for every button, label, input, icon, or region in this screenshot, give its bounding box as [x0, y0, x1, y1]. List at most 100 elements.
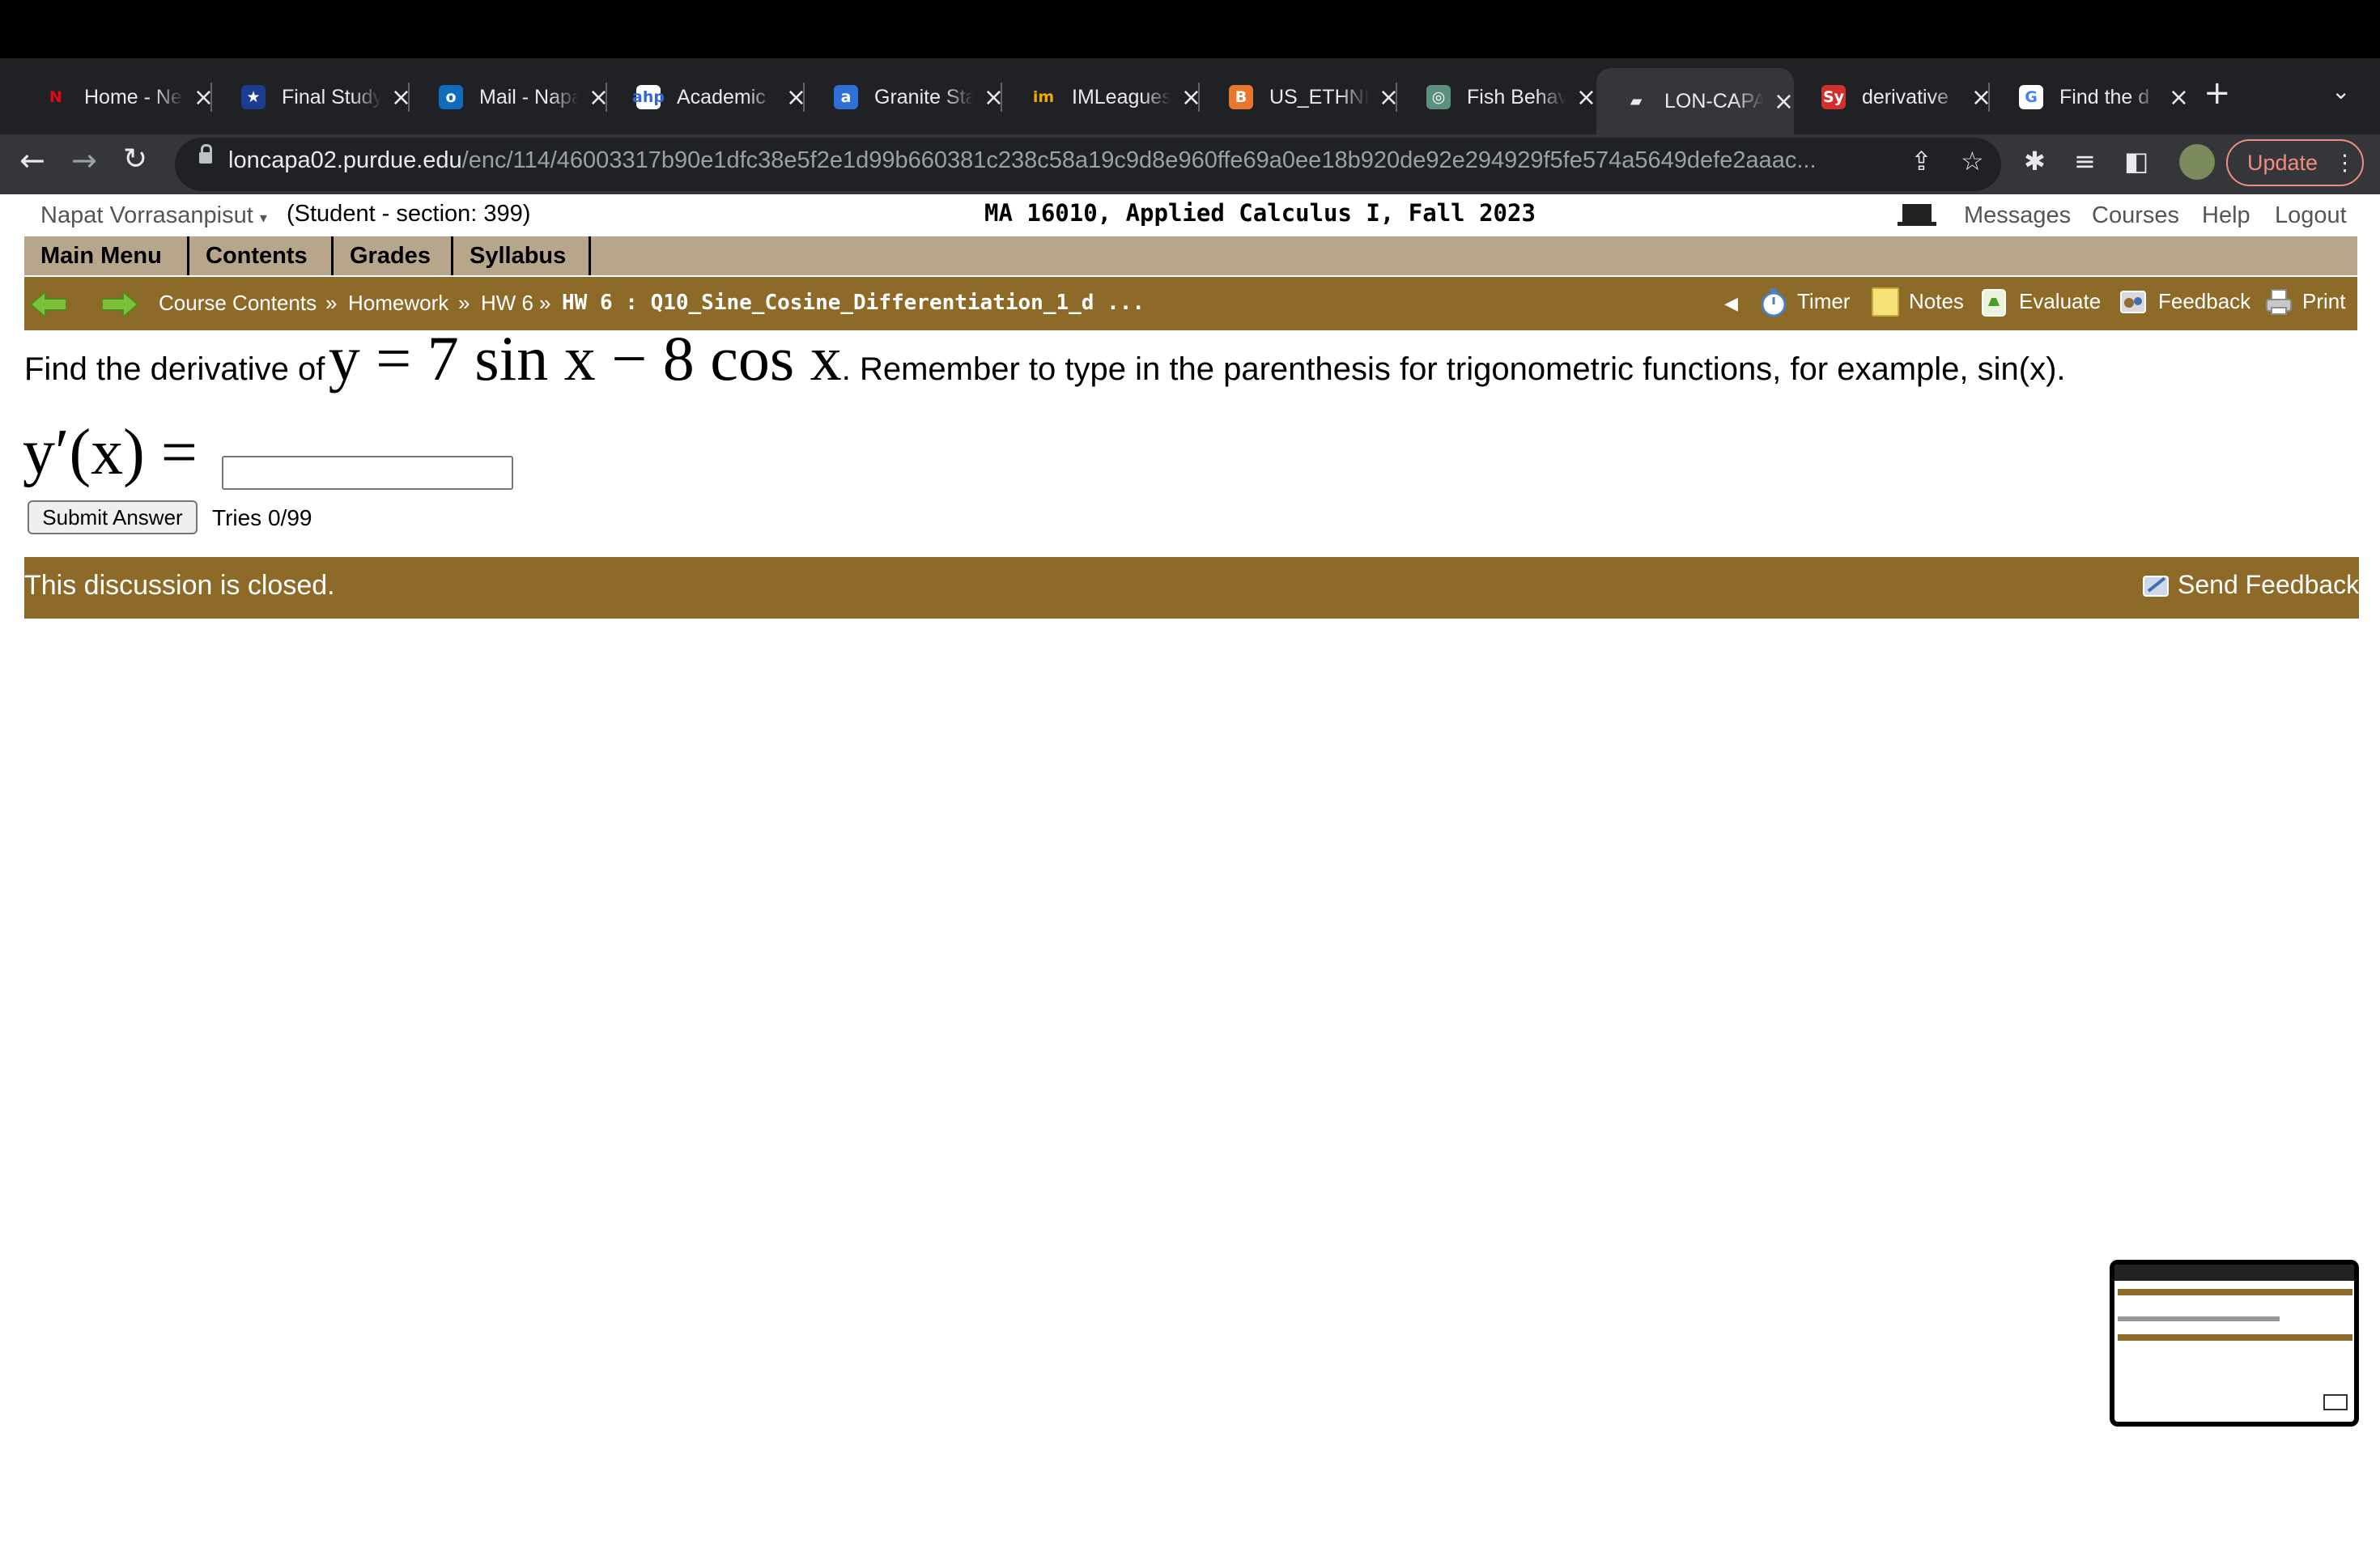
equation: y = 7 sin x − 8 cos x — [328, 323, 842, 393]
tab-separator — [1988, 83, 1990, 112]
user-name: Napat Vorrasanpisut — [40, 202, 253, 228]
help-link[interactable]: Help — [2202, 202, 2250, 229]
discussion-status: This discussion is closed. — [24, 570, 335, 601]
tab-close-icon[interactable]: × — [1576, 83, 1596, 112]
lock-icon[interactable] — [199, 144, 212, 164]
tab-favicon-icon: ◎ — [1426, 85, 1451, 109]
url-host: loncapa02.purdue.edu — [228, 147, 462, 173]
thumbnail-line — [2118, 1316, 2280, 1321]
previous-arrow-icon[interactable] — [31, 291, 66, 317]
breadcrumb-separator: » — [539, 291, 551, 315]
timer-icon[interactable] — [1760, 287, 1787, 317]
timer-link[interactable]: Timer — [1797, 289, 1850, 314]
section-info: (Student - section: 399) — [287, 201, 531, 227]
tab-title: Fish Behavior — [1467, 85, 1566, 108]
answer-input[interactable] — [222, 456, 513, 490]
feedback-link[interactable]: Feedback — [2158, 289, 2250, 314]
tab-0[interactable]: NHome - Netflix× — [16, 73, 214, 121]
forward-arrow-icon[interactable]: → — [71, 142, 97, 178]
evaluate-link[interactable]: Evaluate — [2019, 289, 2101, 314]
menu-grades[interactable]: Grades — [334, 236, 453, 275]
problem-statement: Find the derivative of y = 7 sin x − 8 c… — [24, 322, 2066, 395]
thumbnail-bar — [2118, 1289, 2352, 1295]
tab-4[interactable]: aGranite State× — [806, 73, 1004, 121]
back-arrow-icon[interactable]: ← — [19, 142, 45, 178]
breadcrumb-course-contents[interactable]: Course Contents — [159, 291, 317, 316]
send-feedback-icon[interactable] — [2140, 570, 2173, 602]
new-tab-icon[interactable]: + — [2204, 74, 2231, 112]
tab-separator — [1396, 83, 1397, 112]
breadcrumb-homework[interactable]: Homework — [348, 291, 448, 316]
menu-main-menu[interactable]: Main Menu — [24, 236, 189, 275]
tab-title: Final Study — [282, 85, 381, 108]
courses-link[interactable]: Courses — [2092, 202, 2179, 229]
url-text[interactable]: loncapa02.purdue.edu/enc/114/46003317b90… — [228, 147, 1817, 174]
prompt-end: . Remember to type in the parenthesis fo… — [841, 351, 2066, 387]
tab-favicon-icon: B — [1229, 85, 1253, 109]
breadcrumb-hw6[interactable]: HW 6 — [481, 291, 533, 316]
share-icon[interactable]: ⇪ — [1910, 146, 1932, 176]
bookmark-star-icon[interactable]: ☆ — [1961, 146, 1984, 176]
menu-contents[interactable]: Contents — [189, 236, 334, 275]
feedback-icon[interactable] — [2119, 287, 2147, 317]
tab-favicon-icon: o — [439, 85, 463, 109]
tab-favicon-icon: N — [49, 88, 62, 106]
tab-1[interactable]: ★ Final Study × — [214, 73, 411, 121]
tab-3[interactable]: ahp Academic × — [609, 73, 806, 121]
logout-link[interactable]: Logout — [2275, 202, 2347, 229]
tab-10[interactable]: G Find the d × — [1991, 73, 2189, 121]
tab-separator — [1198, 83, 1200, 112]
collapse-triangle-icon[interactable]: ◀ — [1724, 293, 1738, 314]
extensions-puzzle-icon[interactable]: ✱ — [2024, 146, 2046, 176]
course-title: MA 16010, Applied Calculus I, Fall 2023 — [984, 199, 1536, 227]
tab-close-icon[interactable]: × — [1774, 87, 1794, 116]
update-button[interactable]: Update ⋮ — [2226, 139, 2364, 186]
tab-favicon-icon: ahp — [632, 85, 665, 109]
os-top-bar — [0, 0, 2380, 58]
media-control-icon[interactable]: ≡ — [2074, 146, 2096, 176]
print-link[interactable]: Print — [2302, 289, 2345, 314]
tab-6[interactable]: BUS_ETHNIC× — [1201, 73, 1399, 121]
tab-5[interactable]: im IMLeagues × — [1004, 73, 1201, 121]
tab-2[interactable]: o Mail - Napat × — [411, 73, 609, 121]
tab-title: Home - Netflix — [84, 85, 184, 108]
tab-8[interactable]: ▰ LON-CAPA × — [1596, 68, 1794, 134]
tab-favicon-icon: Sy — [1821, 85, 1846, 109]
menu-syllabus[interactable]: Syllabus — [453, 236, 591, 275]
breadcrumb-separator: » — [325, 291, 338, 315]
kebab-menu-icon[interactable]: ⋮ — [2334, 151, 2356, 176]
prompt-start: Find the derivative of — [24, 351, 325, 387]
tab-title: Academic — [677, 85, 766, 108]
tries-counter: Tries 0/99 — [212, 505, 312, 530]
evaluate-icon[interactable] — [1980, 287, 2008, 317]
tab-favicon-icon: G — [2019, 85, 2043, 109]
tab-close-icon[interactable]: × — [2169, 83, 2189, 112]
messages-link[interactable]: Messages — [1964, 202, 2071, 229]
profile-avatar[interactable] — [2179, 144, 2215, 180]
send-feedback-link[interactable]: Send Feedback — [2178, 570, 2359, 600]
user-menu[interactable]: Napat Vorrasanpisut ▾ — [40, 202, 267, 229]
reload-icon[interactable]: ↻ — [123, 142, 147, 176]
next-arrow-icon[interactable] — [102, 291, 138, 317]
screenshot-thumbnail[interactable] — [2110, 1260, 2359, 1427]
tab-favicon-icon: ★ — [241, 85, 266, 109]
tab-favicon-icon: im — [1032, 88, 1055, 106]
breadcrumb-current: HW 6 : Q10_Sine_Cosine_Differentiation_1… — [562, 291, 1145, 315]
tab-favicon-icon: a — [834, 85, 858, 109]
tab-separator — [408, 83, 410, 112]
answer-label: y′(x) = — [23, 417, 198, 488]
breadcrumb-separator: » — [458, 291, 470, 315]
notes-icon[interactable] — [1872, 287, 1899, 317]
print-icon[interactable] — [2265, 287, 2293, 317]
tab-title: US_ETHNIC — [1269, 85, 1369, 108]
tab-separator — [803, 83, 805, 112]
tab-search-chevron-icon[interactable]: ⌄ — [2331, 78, 2350, 104]
submit-answer-button[interactable]: Submit Answer — [28, 500, 198, 534]
laptop-icon[interactable] — [1898, 204, 1936, 226]
tab-separator — [1001, 83, 1002, 112]
tab-7[interactable]: ◎ Fish Behavior × — [1399, 73, 1596, 121]
thumbnail-bar — [2118, 1334, 2352, 1341]
notes-link[interactable]: Notes — [1909, 289, 1964, 314]
tab-9[interactable]: Sy derivative × — [1794, 73, 1991, 121]
side-panel-icon[interactable]: ◧ — [2124, 146, 2148, 176]
